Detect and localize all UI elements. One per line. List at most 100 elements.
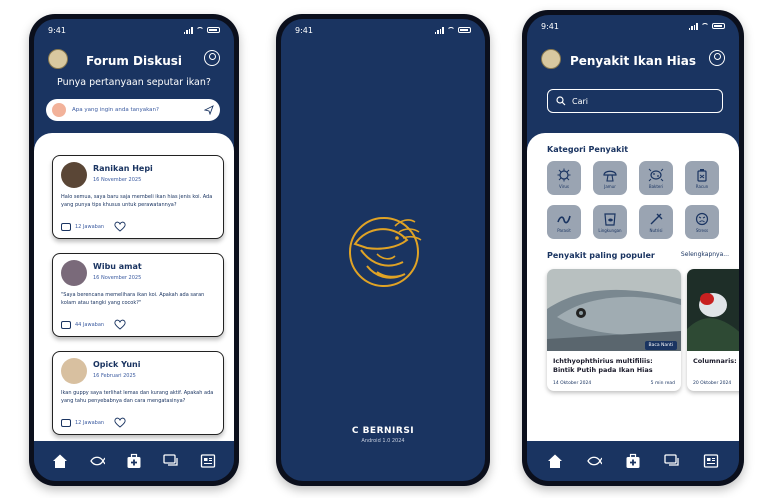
category-label: Virus [558,183,570,189]
signal-icon [183,26,193,34]
post-author: Opick Yuni [93,360,141,369]
worm-icon [557,215,571,223]
heart-icon[interactable] [114,319,126,330]
category-label: Racun [695,183,709,189]
fish-photo [687,269,739,351]
signal-icon [434,26,444,34]
post-date: 16 Februari 2025 [93,373,136,379]
search-input[interactable]: Cari [547,89,723,113]
status-bar: 9:41 [281,19,485,41]
post-author: Wibu amat [93,262,142,271]
article-title: Ichthyophthirius multifiliis: Bintik Put… [553,357,653,374]
aquarium-icon [604,212,616,226]
forum-subtitle: Punya pertanyaan seputar ikan? [57,77,211,88]
home-icon[interactable] [52,453,68,469]
reply-icon[interactable] [61,222,71,231]
signal-icon [688,22,698,30]
ask-placeholder: Apa yang ingin anda tanyakan? [72,107,159,113]
wifi-icon [447,27,455,33]
article-title: Columnaris: Le pada Kulit Ika [693,357,739,365]
status-bar: 9:41 [34,19,234,41]
status-icons [688,22,725,30]
article-card[interactable]: Baca Nanti Ichthyophthirius multifiliis:… [547,269,681,391]
search-icon [556,96,566,106]
reply-count: 12 Jawaban [75,419,105,426]
fish-icon[interactable] [586,453,602,469]
post-feed: Ranikan Hepi 16 November 2025 Halo semua… [34,133,234,441]
page-title: Forum Diskusi [85,54,183,68]
category-jamur[interactable]: Jamur [593,161,627,195]
popular-heading: Penyakit paling populer [547,251,655,260]
post-card[interactable]: Wibu amat 16 November 2025 "Saya berenca… [52,253,224,337]
post-text: Ikan guppy saya terlihat lemas dan kuran… [61,390,214,404]
see-all-link[interactable]: Selengkapnya... [681,251,729,258]
category-label: Parasit [557,227,571,233]
category-virus[interactable]: Virus [547,161,581,195]
category-racun[interactable]: Racun [685,161,719,195]
category-heading: Kategori Penyakit [547,145,629,154]
news-icon[interactable] [703,453,719,469]
virus-icon [557,168,571,181]
bacteria-icon [648,168,664,181]
article-date: 20 Oktober 2024 [693,381,732,386]
article-date: 14 Oktober 2024 [553,381,592,386]
profile-icon[interactable] [709,50,725,66]
article-card[interactable]: Columnaris: Le pada Kulit Ika 20 Oktober… [687,269,739,391]
medkit-icon[interactable] [126,453,142,469]
showcase-stage: 9:41 Forum Diskusi Punya pertanyaan sepu… [0,0,770,498]
poison-icon [697,168,707,182]
reply-count: 12 Jawaban [75,223,105,230]
app-version: Android 1.0 2024 [361,438,405,444]
battery-icon [458,27,471,33]
fish-icon[interactable] [89,453,106,469]
category-nutrisi[interactable]: Nutrisi [639,205,673,239]
home-icon[interactable] [547,453,563,469]
save-later-button[interactable]: Baca Nanti [644,341,677,350]
read-time: 5 min read [650,381,675,386]
post-date: 16 November 2025 [93,177,142,183]
send-icon[interactable] [204,105,214,115]
category-bakteri[interactable]: Bakteri [639,161,673,195]
avatar [61,260,87,286]
fish-photo [547,269,681,351]
avatar [61,358,87,384]
search-placeholder: Cari [572,96,588,106]
reply-icon[interactable] [61,320,71,329]
post-text: Halo semua, saya baru saja membeli ikan … [61,194,213,208]
reply-icon[interactable] [61,418,71,427]
category-parasit[interactable]: Parasit [547,205,581,239]
app-logo-icon [48,49,68,69]
syringe-icon [650,213,663,224]
reply-count: 44 Jawaban [75,321,105,328]
status-time: 9:41 [48,25,66,35]
disease-screen: 9:41 Penyakit Ikan Hias Cari Kategori Pe… [527,15,739,481]
category-lingkungan[interactable]: Lingkungan [593,205,627,239]
category-label: Stress [695,227,709,233]
fish-logo-icon [349,217,422,287]
forum-screen: 9:41 Forum Diskusi Punya pertanyaan sepu… [34,19,234,481]
post-footer: 12 Jawaban [61,417,126,428]
profile-icon[interactable] [204,50,220,66]
disease-header: Penyakit Ikan Hias [527,41,739,81]
avatar [52,103,66,117]
splash-screen: 9:41 C BERNIRSI Android 1.0 2024 [281,19,485,481]
news-icon[interactable] [200,453,216,469]
heart-icon[interactable] [114,417,126,428]
chat-icon[interactable] [163,453,179,469]
post-card[interactable]: Opick Yuni 16 Februari 2025 Ikan guppy s… [52,351,224,435]
battery-icon [712,23,725,29]
category-stress[interactable]: Stress [685,205,719,239]
chat-icon[interactable] [664,453,680,469]
status-bar: 9:41 [527,15,739,37]
fungus-icon [603,170,617,182]
brand-name: C BERNIRSI [351,426,415,436]
post-footer: 44 Jawaban [61,319,126,330]
post-card[interactable]: Ranikan Hepi 16 November 2025 Halo semua… [52,155,224,239]
ask-input[interactable]: Apa yang ingin anda tanyakan? [46,99,220,121]
post-author: Ranikan Hepi [93,164,153,173]
post-text: "Saya berencana memelihara ikan koi. Apa… [61,292,205,306]
wifi-icon [196,27,204,33]
heart-icon[interactable] [114,221,126,232]
medkit-icon[interactable] [625,453,641,469]
status-time: 9:41 [541,21,559,31]
